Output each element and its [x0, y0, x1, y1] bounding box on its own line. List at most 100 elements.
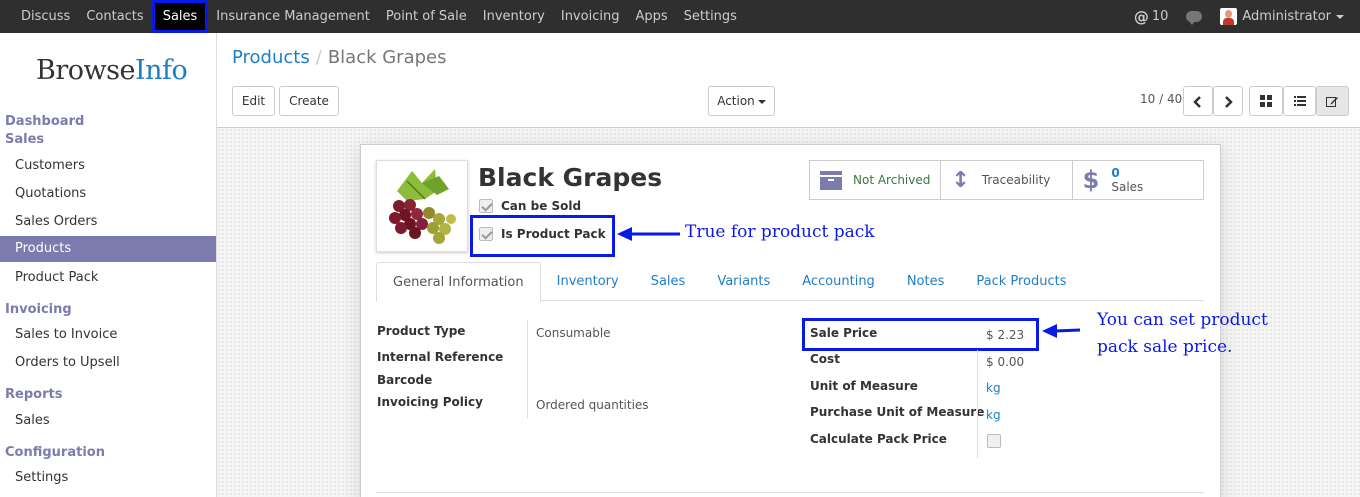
menu-insurance-management[interactable]: Insurance Management: [208, 0, 378, 33]
can-be-sold-label: Can be Sold: [501, 199, 582, 213]
sidebar-section-invoicing[interactable]: Invoicing: [5, 302, 72, 317]
sale-price-annotation-line2: pack sale price.: [1097, 337, 1233, 357]
action-dropdown[interactable]: Action: [708, 86, 775, 116]
menu-discuss[interactable]: Discuss: [0, 0, 78, 33]
tab-inventory[interactable]: Inventory: [541, 262, 635, 301]
user-menu[interactable]: Administrator: [1211, 0, 1360, 33]
can-be-sold-checkbox[interactable]: [479, 199, 493, 213]
pager-previous-button[interactable]: [1183, 86, 1213, 116]
action-label: Action: [717, 94, 755, 108]
right-field-divider: [977, 350, 978, 458]
sale-price-annotation-line1: You can set product: [1097, 310, 1268, 330]
sidebar-section-sales[interactable]: Sales: [5, 132, 44, 147]
traceability-label: Traceability: [981, 173, 1051, 187]
at-icon: @: [1133, 7, 1149, 26]
sidebar-item-products[interactable]: Products: [0, 236, 216, 262]
menu-apps[interactable]: Apps: [627, 0, 675, 33]
chevron-right-icon: [1225, 96, 1233, 108]
menu-settings[interactable]: Settings: [676, 0, 745, 33]
sidebar-item-orders-to-upsell[interactable]: Orders to Upsell: [0, 350, 216, 376]
sales-stat-button[interactable]: $ 0 Sales: [1073, 161, 1203, 199]
logo-text-browse: Browse: [36, 55, 135, 86]
pager-value[interactable]: 10 / 40: [1140, 92, 1182, 106]
can-be-sold-row: Can be Sold: [479, 199, 581, 213]
sidebar-item-sales-orders[interactable]: Sales Orders: [0, 209, 216, 235]
unit-of-measure-label: Unit of Measure: [810, 379, 918, 393]
barcode-label: Barcode: [377, 373, 433, 387]
product-type-field[interactable]: Consumable: [536, 326, 611, 340]
invoicing-policy-label: Invoicing Policy: [377, 395, 483, 409]
tab-general-information[interactable]: General Information: [376, 262, 541, 302]
tab-notes[interactable]: Notes: [891, 262, 961, 301]
main-content: Products / Black Grapes Edit Create Action…: [217, 33, 1360, 497]
sales-stat-label: Sales: [1111, 180, 1144, 194]
top-navbar: Discuss Contacts Sales Insurance Managem…: [0, 0, 1360, 33]
menu-point-of-sale[interactable]: Point of Sale: [378, 0, 475, 33]
tab-accounting[interactable]: Accounting: [786, 262, 891, 301]
sidebar-item-sales-to-invoice[interactable]: Sales to Invoice: [0, 322, 216, 348]
sales-count: 0: [1111, 166, 1120, 180]
internal-reference-label: Internal Reference: [377, 350, 504, 364]
purchase-unit-of-measure-field[interactable]: kg: [986, 408, 1001, 422]
list-icon: [1293, 96, 1306, 106]
sidebar-section-reports[interactable]: Reports: [5, 387, 62, 402]
tab-pack-products[interactable]: Pack Products: [960, 262, 1082, 301]
product-type-label: Product Type: [377, 324, 466, 338]
mentions-button[interactable]: @ 10: [1125, 0, 1178, 33]
list-view-button[interactable]: [1283, 86, 1316, 116]
pager-next-button[interactable]: [1213, 86, 1243, 116]
top-menu: Discuss Contacts Sales Insurance Managem…: [0, 0, 745, 33]
tab-sales[interactable]: Sales: [635, 262, 702, 301]
unit-of-measure-field[interactable]: kg: [986, 381, 1001, 395]
sidebar: BrowseInfo Dashboard Sales Customers Quo…: [0, 33, 217, 497]
calculate-pack-price-label: Calculate Pack Price: [810, 432, 947, 446]
mentions-count: 10: [1151, 9, 1169, 24]
edit-form-icon: [1326, 97, 1338, 107]
caret-down-icon: [757, 99, 766, 104]
messages-button[interactable]: [1177, 0, 1211, 33]
menu-contacts[interactable]: Contacts: [78, 0, 151, 33]
cost-field[interactable]: $ 0.00: [986, 355, 1024, 369]
menu-inventory[interactable]: Inventory: [475, 0, 553, 33]
calculate-pack-price-checkbox[interactable]: [987, 434, 1001, 448]
sidebar-item-product-pack[interactable]: Product Pack: [0, 265, 216, 291]
edit-button[interactable]: Edit: [232, 86, 275, 116]
dollar-icon: $: [1082, 166, 1100, 194]
tab-variants[interactable]: Variants: [701, 262, 786, 301]
product-title: Black Grapes: [478, 163, 663, 192]
product-pack-annotation: True for product pack: [685, 222, 875, 242]
sidebar-dashboard[interactable]: Dashboard: [5, 114, 84, 129]
invoicing-policy-field[interactable]: Ordered quantities: [536, 398, 649, 412]
sidebar-item-quotations[interactable]: Quotations: [0, 181, 216, 207]
user-name: Administrator: [1242, 9, 1331, 24]
create-button[interactable]: Create: [279, 86, 339, 116]
left-field-divider: [527, 320, 528, 418]
sidebar-item-reports-sales[interactable]: Sales: [0, 408, 216, 434]
avatar: [1220, 8, 1238, 25]
top-right-systray: @ 10 Administrator: [1125, 0, 1360, 33]
archive-icon: [820, 170, 842, 190]
kanban-view-button[interactable]: [1249, 86, 1283, 116]
stat-buttons: Not Archived ↕ Traceability $ 0 Sales: [809, 160, 1204, 200]
traceability-button[interactable]: ↕ Traceability: [941, 161, 1073, 199]
grapes-image: [389, 169, 456, 244]
menu-sales[interactable]: Sales: [151, 0, 209, 33]
breadcrumb-products[interactable]: Products: [232, 47, 310, 68]
breadcrumb-current: Black Grapes: [327, 47, 447, 68]
highlight-product-pack: [470, 215, 615, 257]
product-form-sheet: Black Grapes Can be Sold Is Product Pack…: [360, 144, 1221, 497]
chevron-left-icon: [1193, 96, 1201, 108]
menu-invoicing[interactable]: Invoicing: [553, 0, 628, 33]
breadcrumb-separator: /: [315, 47, 322, 68]
caret-down-icon: [1336, 14, 1344, 19]
form-tabs: General Information Inventory Sales Vari…: [376, 262, 1204, 302]
product-image[interactable]: [376, 160, 468, 252]
sales-stat: 0 Sales: [1111, 166, 1143, 194]
archive-toggle-button[interactable]: Not Archived: [810, 161, 942, 199]
form-view-button[interactable]: [1316, 86, 1349, 116]
company-logo: BrowseInfo: [36, 55, 188, 86]
sidebar-item-customers[interactable]: Customers: [0, 153, 216, 179]
breadcrumb: Products / Black Grapes: [232, 47, 447, 68]
sidebar-section-configuration[interactable]: Configuration: [5, 445, 105, 460]
sidebar-item-settings[interactable]: Settings: [0, 465, 216, 491]
